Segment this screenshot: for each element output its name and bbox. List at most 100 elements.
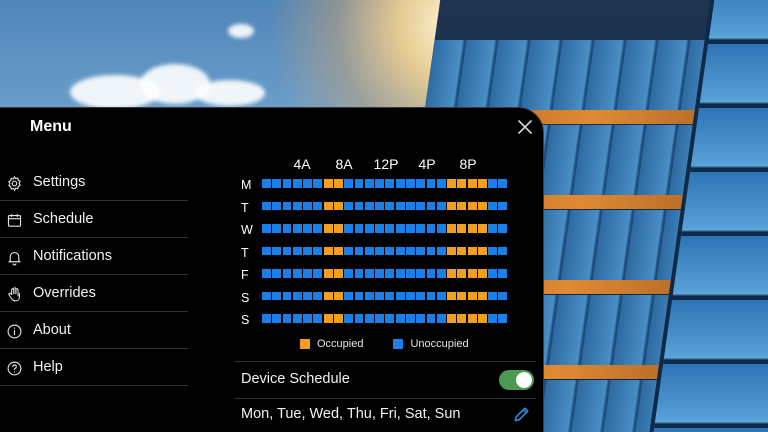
- slot-occupied[interactable]: [447, 269, 456, 278]
- slot-occupied[interactable]: [477, 201, 487, 211]
- edit-days-button[interactable]: [512, 404, 532, 424]
- slot-unoccupied[interactable]: [364, 179, 374, 188]
- slot-unoccupied[interactable]: [426, 269, 436, 278]
- slot-unoccupied[interactable]: [416, 291, 426, 301]
- slot-unoccupied[interactable]: [488, 246, 498, 256]
- slot-unoccupied[interactable]: [416, 314, 426, 323]
- slot-occupied[interactable]: [477, 314, 487, 323]
- slot-unoccupied[interactable]: [292, 314, 302, 323]
- slot-unoccupied[interactable]: [272, 246, 282, 256]
- slot-unoccupied[interactable]: [364, 246, 374, 256]
- slot-unoccupied[interactable]: [385, 201, 395, 211]
- slot-unoccupied[interactable]: [405, 224, 415, 233]
- slot-unoccupied[interactable]: [405, 314, 415, 323]
- slot-unoccupied[interactable]: [395, 179, 405, 188]
- slot-occupied[interactable]: [457, 201, 467, 211]
- slot-unoccupied[interactable]: [395, 224, 405, 233]
- slot-unoccupied[interactable]: [375, 314, 384, 323]
- slot-unoccupied[interactable]: [385, 246, 395, 256]
- slot-occupied[interactable]: [467, 201, 477, 211]
- slot-occupied[interactable]: [457, 246, 467, 256]
- slot-unoccupied[interactable]: [272, 224, 282, 233]
- slot-unoccupied[interactable]: [426, 291, 436, 301]
- slot-occupied[interactable]: [457, 314, 467, 323]
- slot-unoccupied[interactable]: [303, 179, 313, 188]
- slot-unoccupied[interactable]: [385, 314, 395, 323]
- slot-unoccupied[interactable]: [498, 314, 508, 323]
- slot-occupied[interactable]: [447, 201, 456, 211]
- slot-unoccupied[interactable]: [313, 291, 323, 301]
- slot-unoccupied[interactable]: [436, 269, 446, 278]
- slot-unoccupied[interactable]: [272, 314, 282, 323]
- slot-unoccupied[interactable]: [385, 179, 395, 188]
- device-schedule-toggle[interactable]: [499, 370, 534, 390]
- slot-unoccupied[interactable]: [354, 246, 364, 256]
- slot-unoccupied[interactable]: [426, 201, 436, 211]
- slot-occupied[interactable]: [333, 269, 343, 278]
- slot-occupied[interactable]: [477, 269, 487, 278]
- slot-unoccupied[interactable]: [262, 291, 271, 301]
- slot-unoccupied[interactable]: [436, 246, 446, 256]
- slot-unoccupied[interactable]: [498, 291, 508, 301]
- slot-unoccupied[interactable]: [282, 291, 292, 301]
- slot-occupied[interactable]: [447, 246, 456, 256]
- slot-occupied[interactable]: [457, 291, 467, 301]
- slot-occupied[interactable]: [323, 179, 333, 188]
- slot-unoccupied[interactable]: [375, 179, 384, 188]
- slot-unoccupied[interactable]: [272, 179, 282, 188]
- slot-occupied[interactable]: [323, 269, 333, 278]
- slot-unoccupied[interactable]: [364, 269, 374, 278]
- slot-unoccupied[interactable]: [262, 224, 271, 233]
- slot-unoccupied[interactable]: [426, 179, 436, 188]
- nav-item-about[interactable]: About: [0, 312, 188, 349]
- slot-unoccupied[interactable]: [405, 179, 415, 188]
- slot-occupied[interactable]: [467, 179, 477, 188]
- slot-unoccupied[interactable]: [303, 224, 313, 233]
- slot-unoccupied[interactable]: [313, 269, 323, 278]
- slot-unoccupied[interactable]: [385, 291, 395, 301]
- slot-unoccupied[interactable]: [375, 201, 384, 211]
- slot-unoccupied[interactable]: [262, 201, 271, 211]
- close-button[interactable]: [514, 116, 536, 138]
- slot-unoccupied[interactable]: [354, 269, 364, 278]
- slot-unoccupied[interactable]: [272, 201, 282, 211]
- slot-unoccupied[interactable]: [354, 224, 364, 233]
- slot-unoccupied[interactable]: [416, 246, 426, 256]
- slot-occupied[interactable]: [333, 201, 343, 211]
- slot-occupied[interactable]: [467, 314, 477, 323]
- slot-occupied[interactable]: [323, 291, 333, 301]
- slot-unoccupied[interactable]: [354, 179, 364, 188]
- slot-unoccupied[interactable]: [405, 246, 415, 256]
- slot-unoccupied[interactable]: [354, 201, 364, 211]
- slot-unoccupied[interactable]: [364, 224, 374, 233]
- slot-occupied[interactable]: [333, 246, 343, 256]
- slot-occupied[interactable]: [323, 224, 333, 233]
- slot-unoccupied[interactable]: [385, 224, 395, 233]
- slot-unoccupied[interactable]: [436, 224, 446, 233]
- slot-unoccupied[interactable]: [436, 179, 446, 188]
- slot-unoccupied[interactable]: [282, 269, 292, 278]
- slot-unoccupied[interactable]: [262, 179, 271, 188]
- slot-occupied[interactable]: [447, 314, 456, 323]
- slot-unoccupied[interactable]: [313, 314, 323, 323]
- slot-unoccupied[interactable]: [282, 246, 292, 256]
- slot-unoccupied[interactable]: [303, 314, 313, 323]
- slot-occupied[interactable]: [477, 291, 487, 301]
- slot-unoccupied[interactable]: [416, 269, 426, 278]
- slot-unoccupied[interactable]: [375, 269, 384, 278]
- slot-occupied[interactable]: [467, 291, 477, 301]
- slot-unoccupied[interactable]: [354, 291, 364, 301]
- slot-unoccupied[interactable]: [488, 201, 498, 211]
- slot-occupied[interactable]: [323, 246, 333, 256]
- slot-occupied[interactable]: [323, 201, 333, 211]
- slot-unoccupied[interactable]: [364, 291, 374, 301]
- nav-item-help[interactable]: Help: [0, 349, 188, 386]
- slot-unoccupied[interactable]: [395, 314, 405, 323]
- slot-unoccupied[interactable]: [426, 246, 436, 256]
- slot-unoccupied[interactable]: [344, 201, 354, 211]
- slot-unoccupied[interactable]: [272, 269, 282, 278]
- slot-occupied[interactable]: [333, 224, 343, 233]
- slot-unoccupied[interactable]: [313, 179, 323, 188]
- slot-unoccupied[interactable]: [498, 224, 508, 233]
- slot-unoccupied[interactable]: [436, 314, 446, 323]
